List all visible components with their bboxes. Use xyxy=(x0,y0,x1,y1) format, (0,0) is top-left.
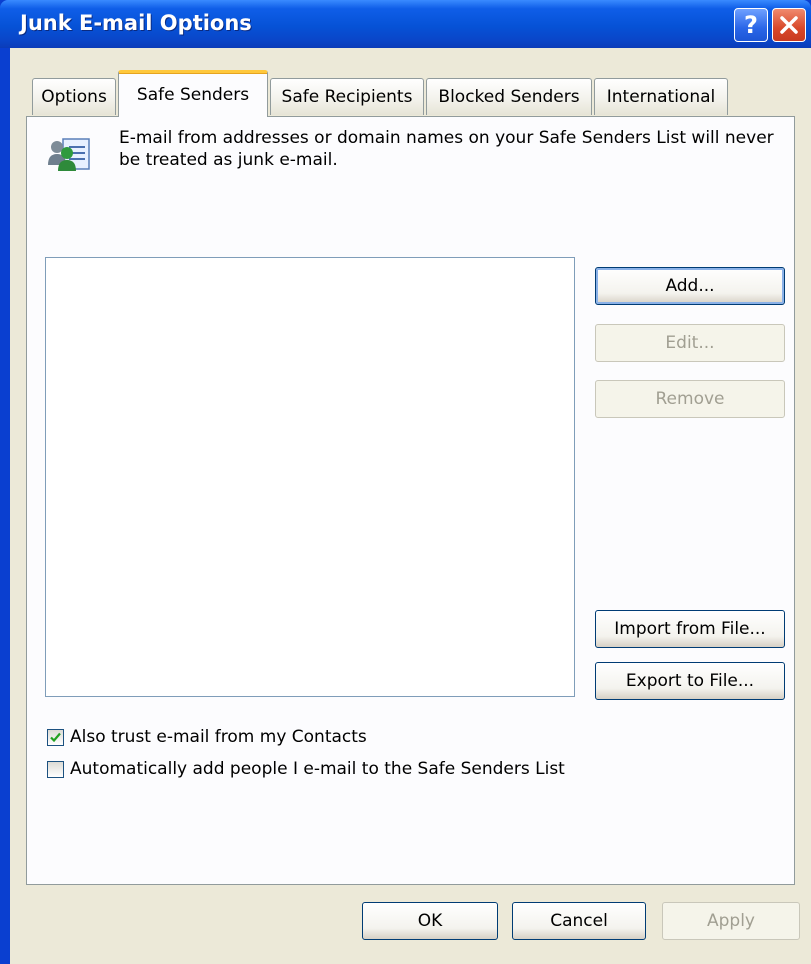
trust-contacts-checkbox[interactable] xyxy=(47,728,64,746)
auto-add-label: Automatically add people I e-mail to the… xyxy=(70,759,565,779)
contacts-list-icon xyxy=(48,138,90,171)
trust-contacts-label: Also trust e-mail from my Contacts xyxy=(70,727,367,747)
cancel-button[interactable]: Cancel xyxy=(512,902,646,940)
tab-blocked-senders[interactable]: Blocked Senders xyxy=(426,78,592,115)
dialog-client: Options Safe Senders Safe Recipients Blo… xyxy=(10,48,811,964)
auto-add-checkbox[interactable] xyxy=(47,760,64,778)
help-button[interactable]: ? xyxy=(734,8,768,42)
window-title: Junk E-mail Options xyxy=(20,11,252,35)
safe-senders-description: E-mail from addresses or domain names on… xyxy=(119,128,774,170)
safe-senders-list[interactable] xyxy=(45,257,575,697)
close-icon xyxy=(780,16,798,34)
export-to-file-button[interactable]: Export to File... xyxy=(595,662,785,700)
tab-options[interactable]: Options xyxy=(32,78,116,115)
tab-international[interactable]: International xyxy=(594,78,728,115)
safe-senders-panel: E-mail from addresses or domain names on… xyxy=(26,116,795,885)
tab-safe-recipients[interactable]: Safe Recipients xyxy=(270,78,424,115)
close-button[interactable] xyxy=(772,8,806,42)
dialog-window: Junk E-mail Options ? Options Safe Sende… xyxy=(0,0,811,964)
remove-button[interactable]: Remove xyxy=(595,380,785,418)
title-bar[interactable]: Junk E-mail Options ? xyxy=(0,0,811,48)
add-button[interactable]: Add... xyxy=(595,267,785,305)
ok-button[interactable]: OK xyxy=(362,902,498,940)
import-from-file-button[interactable]: Import from File... xyxy=(595,610,785,648)
trust-contacts-option[interactable]: Also trust e-mail from my Contacts xyxy=(47,727,367,747)
checkmark-icon xyxy=(50,732,61,742)
auto-add-option[interactable]: Automatically add people I e-mail to the… xyxy=(47,759,565,779)
tab-safe-senders[interactable]: Safe Senders xyxy=(118,70,268,117)
apply-button[interactable]: Apply xyxy=(662,902,800,940)
tab-label: Safe Recipients xyxy=(281,87,413,107)
tab-label: Blocked Senders xyxy=(438,87,580,107)
tab-label: International xyxy=(606,87,716,107)
tab-label: Safe Senders xyxy=(136,85,250,105)
question-mark-icon: ? xyxy=(744,11,758,39)
tab-label: Options xyxy=(41,87,107,107)
edit-button[interactable]: Edit... xyxy=(595,324,785,362)
